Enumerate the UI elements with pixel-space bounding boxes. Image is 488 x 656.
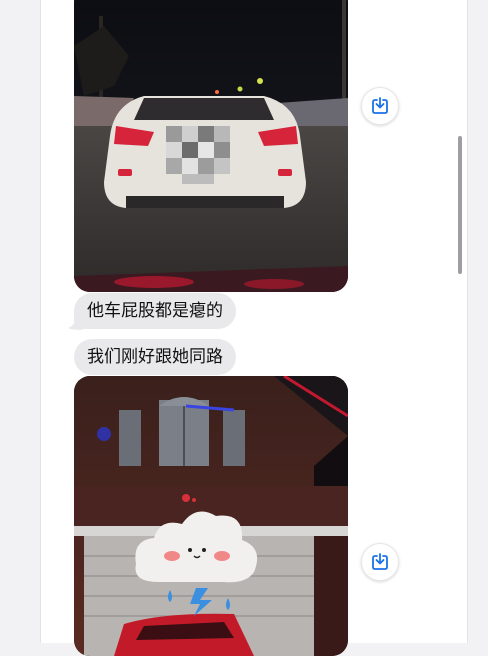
bubble-tail [68,318,82,330]
save-image-button[interactable] [361,87,399,125]
message-image-house[interactable] [74,376,348,656]
message-bubble[interactable]: 我们刚好跟她同路 [74,339,236,375]
download-icon [372,553,388,570]
message-image-car[interactable] [74,0,348,292]
scrollbar-thumb[interactable] [458,136,462,274]
house-photo [74,376,348,656]
save-image-button[interactable] [361,543,399,581]
message-bubble[interactable]: 他车屁股都是瘪的 [74,293,236,329]
car-photo [74,0,348,292]
download-icon [372,97,388,114]
